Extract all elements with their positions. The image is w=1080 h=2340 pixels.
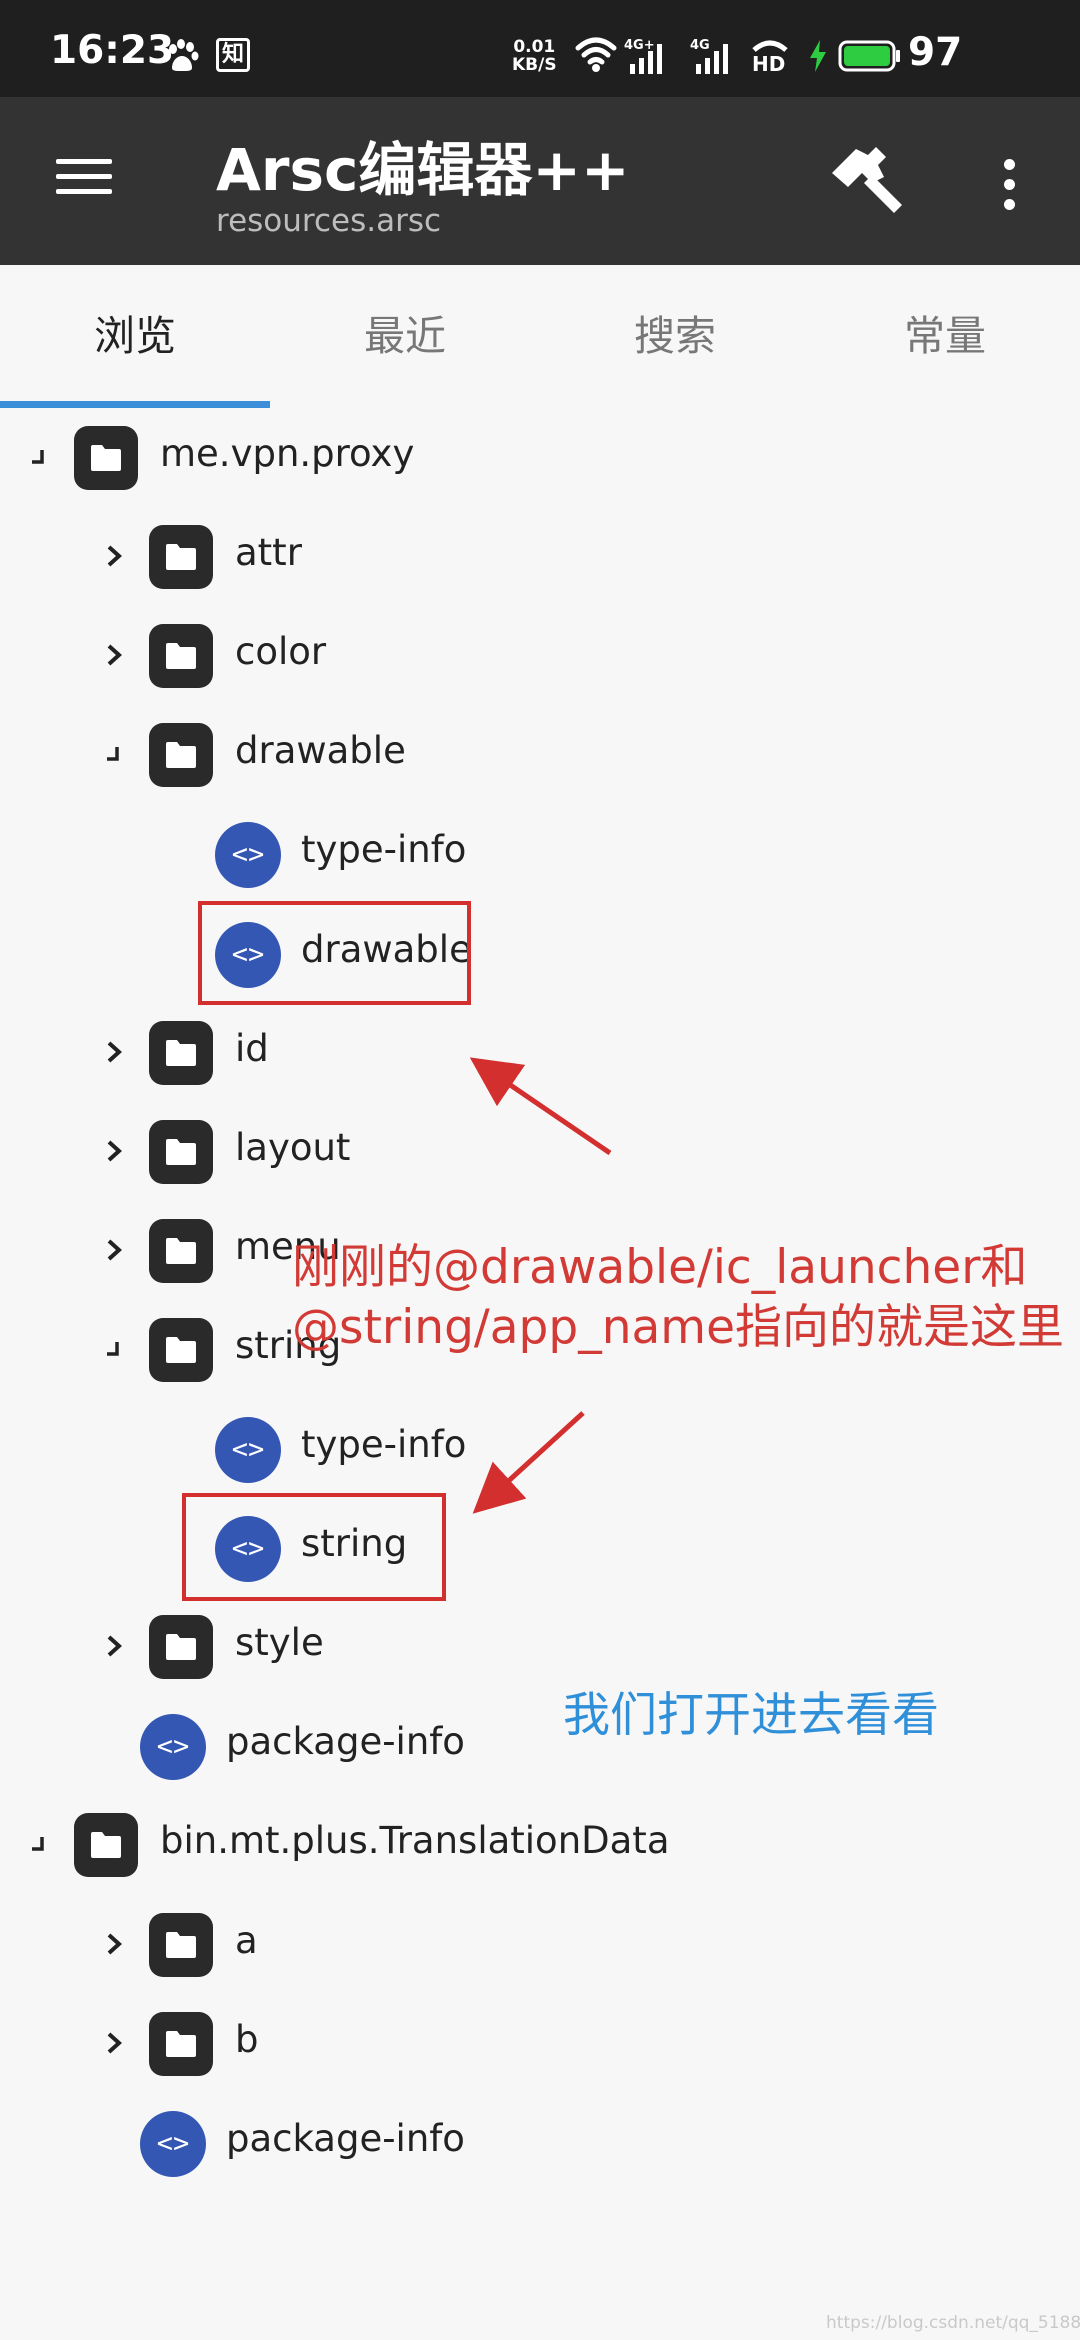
tree-item-label: package-info [226, 1720, 465, 1764]
highlight-box-drawable [198, 901, 471, 1005]
annotation-red-line-2: @string/app_name指向的就是这里 [292, 1300, 1065, 1355]
tree-item-label: id [235, 1026, 269, 1070]
battery-icon [838, 40, 902, 72]
build-button[interactable] [826, 143, 906, 223]
more-vert-icon [1004, 159, 1015, 170]
chevron-right-icon[interactable] [99, 1037, 129, 1067]
code-icon: <> [215, 822, 281, 889]
tab-bar: 浏览 最近 搜索 常量 [0, 265, 1080, 408]
folder-icon [149, 1218, 213, 1283]
watermark: https://blog.csdn.net/qq_51883870 [826, 2313, 1080, 2333]
tree-resource-row[interactable]: <> string [0, 1500, 1080, 1599]
charging-icon [808, 40, 828, 72]
folder-icon [149, 1615, 213, 1680]
expanded-corner-icon[interactable] [99, 739, 129, 769]
tree-item-label: b [235, 2017, 259, 2061]
folder-icon [74, 1813, 138, 1878]
chevron-right-icon[interactable] [99, 1929, 129, 1959]
folder-icon [149, 2011, 213, 2076]
more-options-button[interactable] [980, 143, 1040, 223]
expanded-corner-icon[interactable] [24, 1829, 54, 1859]
expanded-corner-icon[interactable] [99, 1334, 129, 1364]
tree-folder-row[interactable]: layout [0, 1104, 1080, 1203]
tree-folder-row[interactable]: me.vpn.proxy [0, 410, 1080, 509]
zhihu-icon: 知 [216, 38, 250, 72]
tree-item-label: style [235, 1621, 324, 1665]
hammer-icon [832, 147, 902, 213]
net-speed: 0.01 KB/S [512, 37, 557, 75]
tree-item-label: package-info [226, 2116, 465, 2160]
highlight-box-string [182, 1493, 446, 1601]
folder-icon [149, 1119, 213, 1184]
folder-icon [149, 525, 213, 590]
tab-constants[interactable]: 常量 [810, 265, 1080, 408]
folder-icon [149, 624, 213, 689]
folder-icon [74, 426, 138, 490]
tree-item-label: attr [235, 531, 302, 575]
hd-call-icon: HD [750, 36, 796, 76]
tree-item-label: type-info [301, 828, 467, 872]
tree-folder-row[interactable]: drawable [0, 707, 1080, 806]
annotation-red-line-1: 刚刚的@drawable/ic_launcher和 [292, 1240, 1028, 1295]
tree-folder-row[interactable]: a [0, 1897, 1080, 1996]
tree-item-label: me.vpn.proxy [160, 432, 415, 475]
tree-folder-row[interactable]: bin.mt.plus.TranslationData [0, 1797, 1080, 1896]
tab-indicator [0, 401, 270, 408]
chevron-right-icon[interactable] [99, 640, 129, 670]
menu-button[interactable] [40, 147, 130, 227]
expanded-corner-icon[interactable] [24, 442, 54, 472]
tree-resource-row[interactable]: <> package-info [0, 2095, 1080, 2194]
folder-icon [149, 1020, 213, 1085]
chevron-right-icon[interactable] [99, 2028, 129, 2058]
tree-item-label: bin.mt.plus.TranslationData [160, 1819, 670, 1863]
annotation-blue: 我们打开进去看看 [563, 1688, 939, 1743]
folder-icon [149, 1317, 213, 1382]
battery-percent: 97 [908, 30, 963, 75]
tree-item-label: drawable [235, 729, 406, 773]
tab-search[interactable]: 搜索 [540, 265, 810, 408]
tree-folder-row[interactable]: id [0, 1005, 1080, 1104]
tree-folder-row[interactable]: color [0, 608, 1080, 707]
chevron-right-icon[interactable] [99, 1631, 129, 1661]
chevron-right-icon[interactable] [99, 1235, 129, 1265]
code-icon: <> [215, 1417, 281, 1483]
tree-folder-row[interactable]: b [0, 1996, 1080, 2095]
chevron-right-icon[interactable] [99, 1136, 129, 1166]
file-name: resources.arsc [216, 203, 442, 239]
status-time: 16:23 [50, 28, 175, 73]
baidu-icon [164, 38, 200, 74]
tab-recent[interactable]: 最近 [270, 265, 540, 408]
tree-item-label: a [235, 1918, 258, 1962]
chevron-right-icon[interactable] [99, 541, 129, 571]
code-icon: <> [140, 1714, 206, 1781]
folder-icon [149, 723, 213, 788]
code-icon: <> [140, 2110, 206, 2177]
tree-resource-row[interactable]: <> drawable [0, 906, 1080, 1005]
menu-icon [56, 159, 112, 164]
signal-icon [630, 44, 664, 74]
tree-resource-row[interactable]: <> type-info [0, 806, 1080, 905]
tab-browse[interactable]: 浏览 [0, 265, 270, 408]
signal-icon-2 [696, 44, 730, 74]
app-toolbar: Arsc编辑器++ resources.arsc [0, 97, 1080, 265]
tree-item-label: color [235, 630, 327, 674]
tree-resource-row[interactable]: <> type-info [0, 1401, 1080, 1500]
tree-folder-row[interactable]: attr [0, 509, 1080, 608]
wifi-icon [574, 34, 618, 74]
folder-icon [149, 1912, 213, 1977]
tree-item-label: type-info [301, 1423, 467, 1466]
tree-item-label: layout [235, 1125, 351, 1169]
status-bar: 16:23 知 0.01 KB/S 4G+ 4G HD 97 [0, 0, 1080, 97]
app-title: Arsc编辑器++ [216, 136, 630, 204]
